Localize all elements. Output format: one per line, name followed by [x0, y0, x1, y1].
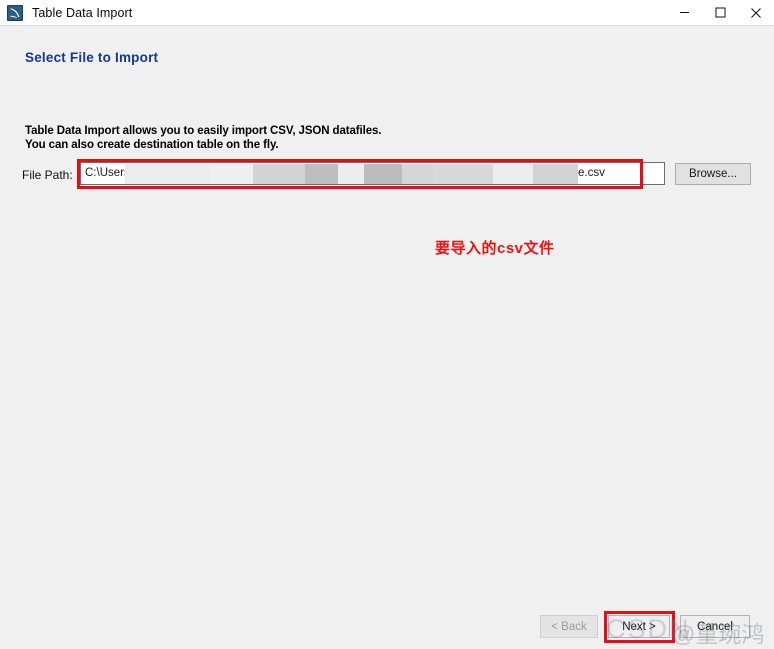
cancel-button[interactable]: Cancel: [680, 615, 750, 638]
close-icon[interactable]: [738, 0, 774, 25]
dialog-body: Select File to Import Table Data Import …: [0, 26, 774, 647]
back-button: < Back: [540, 615, 598, 638]
file-path-redaction-block: [433, 164, 493, 184]
file-path-input[interactable]: C:\Users e.csv: [80, 162, 665, 185]
file-path-redaction-block: [305, 164, 338, 184]
wizard-description: Table Data Import allows you to easily i…: [25, 124, 381, 152]
file-path-redaction-block: [253, 164, 305, 184]
file-path-redaction-block: [364, 164, 402, 184]
mysql-workbench-dolphin-icon: [7, 4, 23, 21]
file-path-value-start: C:\Users: [85, 167, 130, 179]
file-path-value-end: e.csv: [578, 167, 605, 179]
description-line-1: Table Data Import allows you to easily i…: [25, 125, 382, 137]
annotation-path-note: 要导入的csv文件: [435, 240, 555, 257]
browse-button[interactable]: Browse...: [675, 163, 751, 185]
description-line-2: You can also create destination table on…: [25, 139, 279, 151]
file-path-redaction-block: [338, 164, 364, 184]
window-title: Table Data Import: [32, 5, 133, 20]
file-path-label: File Path:: [22, 168, 73, 182]
next-button[interactable]: Next >: [608, 615, 670, 638]
file-path-redaction-block: [493, 164, 533, 184]
file-path-redaction-block: [402, 164, 433, 184]
page-title: Select File to Import: [25, 50, 159, 65]
title-bar: Table Data Import: [0, 0, 774, 25]
minimize-icon[interactable]: [666, 0, 702, 25]
file-path-redaction-block: [210, 164, 253, 184]
file-path-redaction-block: [533, 164, 578, 184]
window-controls: [666, 0, 774, 25]
file-path-redaction-block: [125, 164, 210, 184]
maximize-icon[interactable]: [702, 0, 738, 25]
